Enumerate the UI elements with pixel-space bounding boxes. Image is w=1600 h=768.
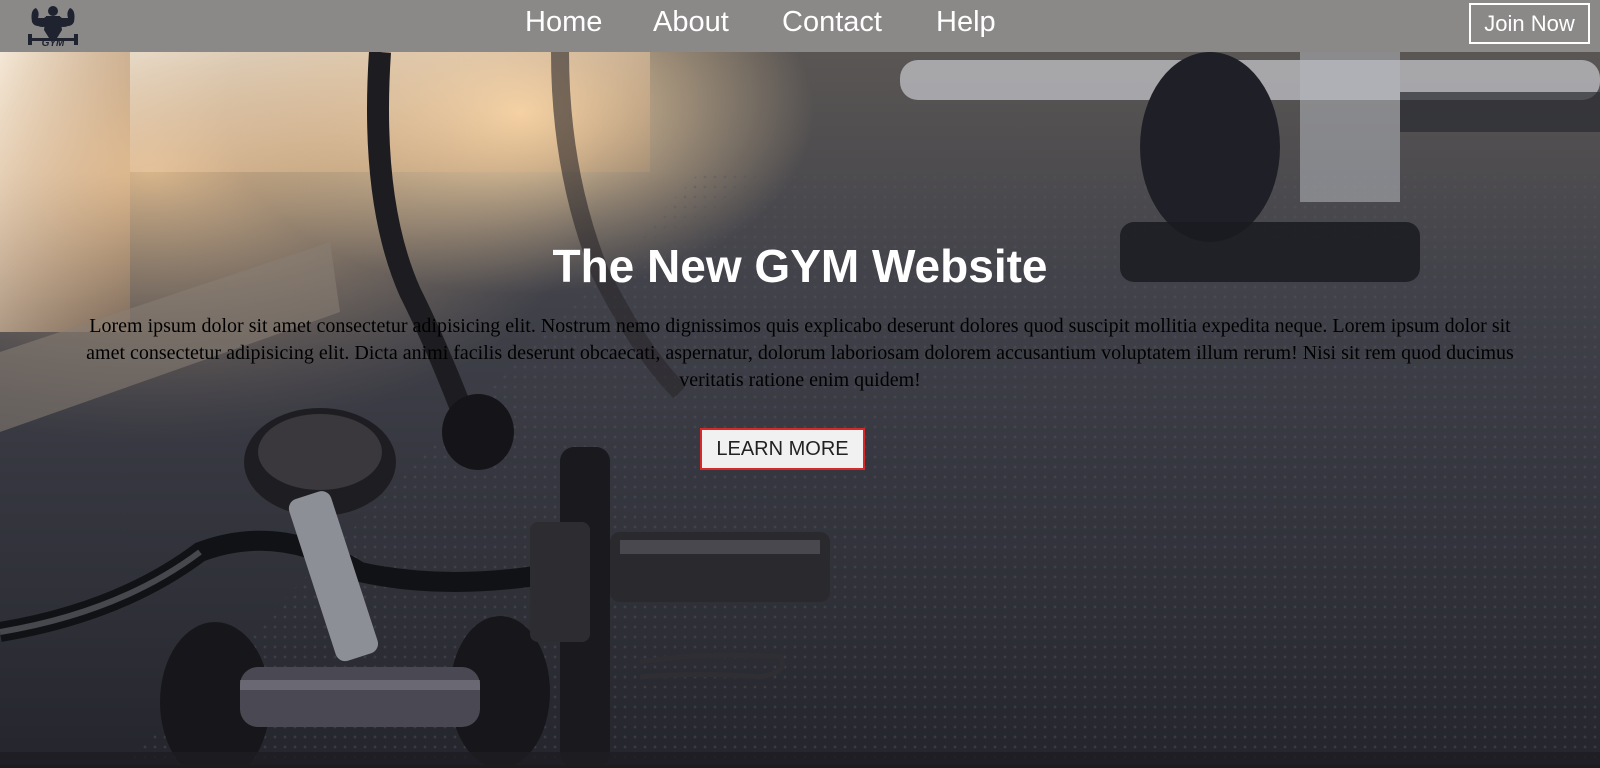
join-now-button[interactable]: Join Now — [1469, 3, 1590, 44]
hero-title: The New GYM Website — [552, 240, 1048, 292]
nav-links: Home About Contact Help — [0, 0, 1600, 52]
hero-content: The New GYM Website Lorem ipsum dolor si… — [0, 52, 1600, 768]
hero-description: Lorem ipsum dolor sit amet consectetur a… — [86, 315, 1514, 391]
hero-section: The New GYM Website Lorem ipsum dolor si… — [0, 52, 1600, 768]
learn-more-button[interactable]: LEARN MORE — [700, 428, 865, 470]
nav-about-link[interactable]: About — [653, 4, 729, 40]
nav-contact-link[interactable]: Contact — [782, 4, 882, 40]
navbar: GYM Home About Contact Help Join Now — [0, 0, 1600, 52]
nav-help-link[interactable]: Help — [936, 4, 996, 40]
nav-home-link[interactable]: Home — [525, 4, 602, 40]
